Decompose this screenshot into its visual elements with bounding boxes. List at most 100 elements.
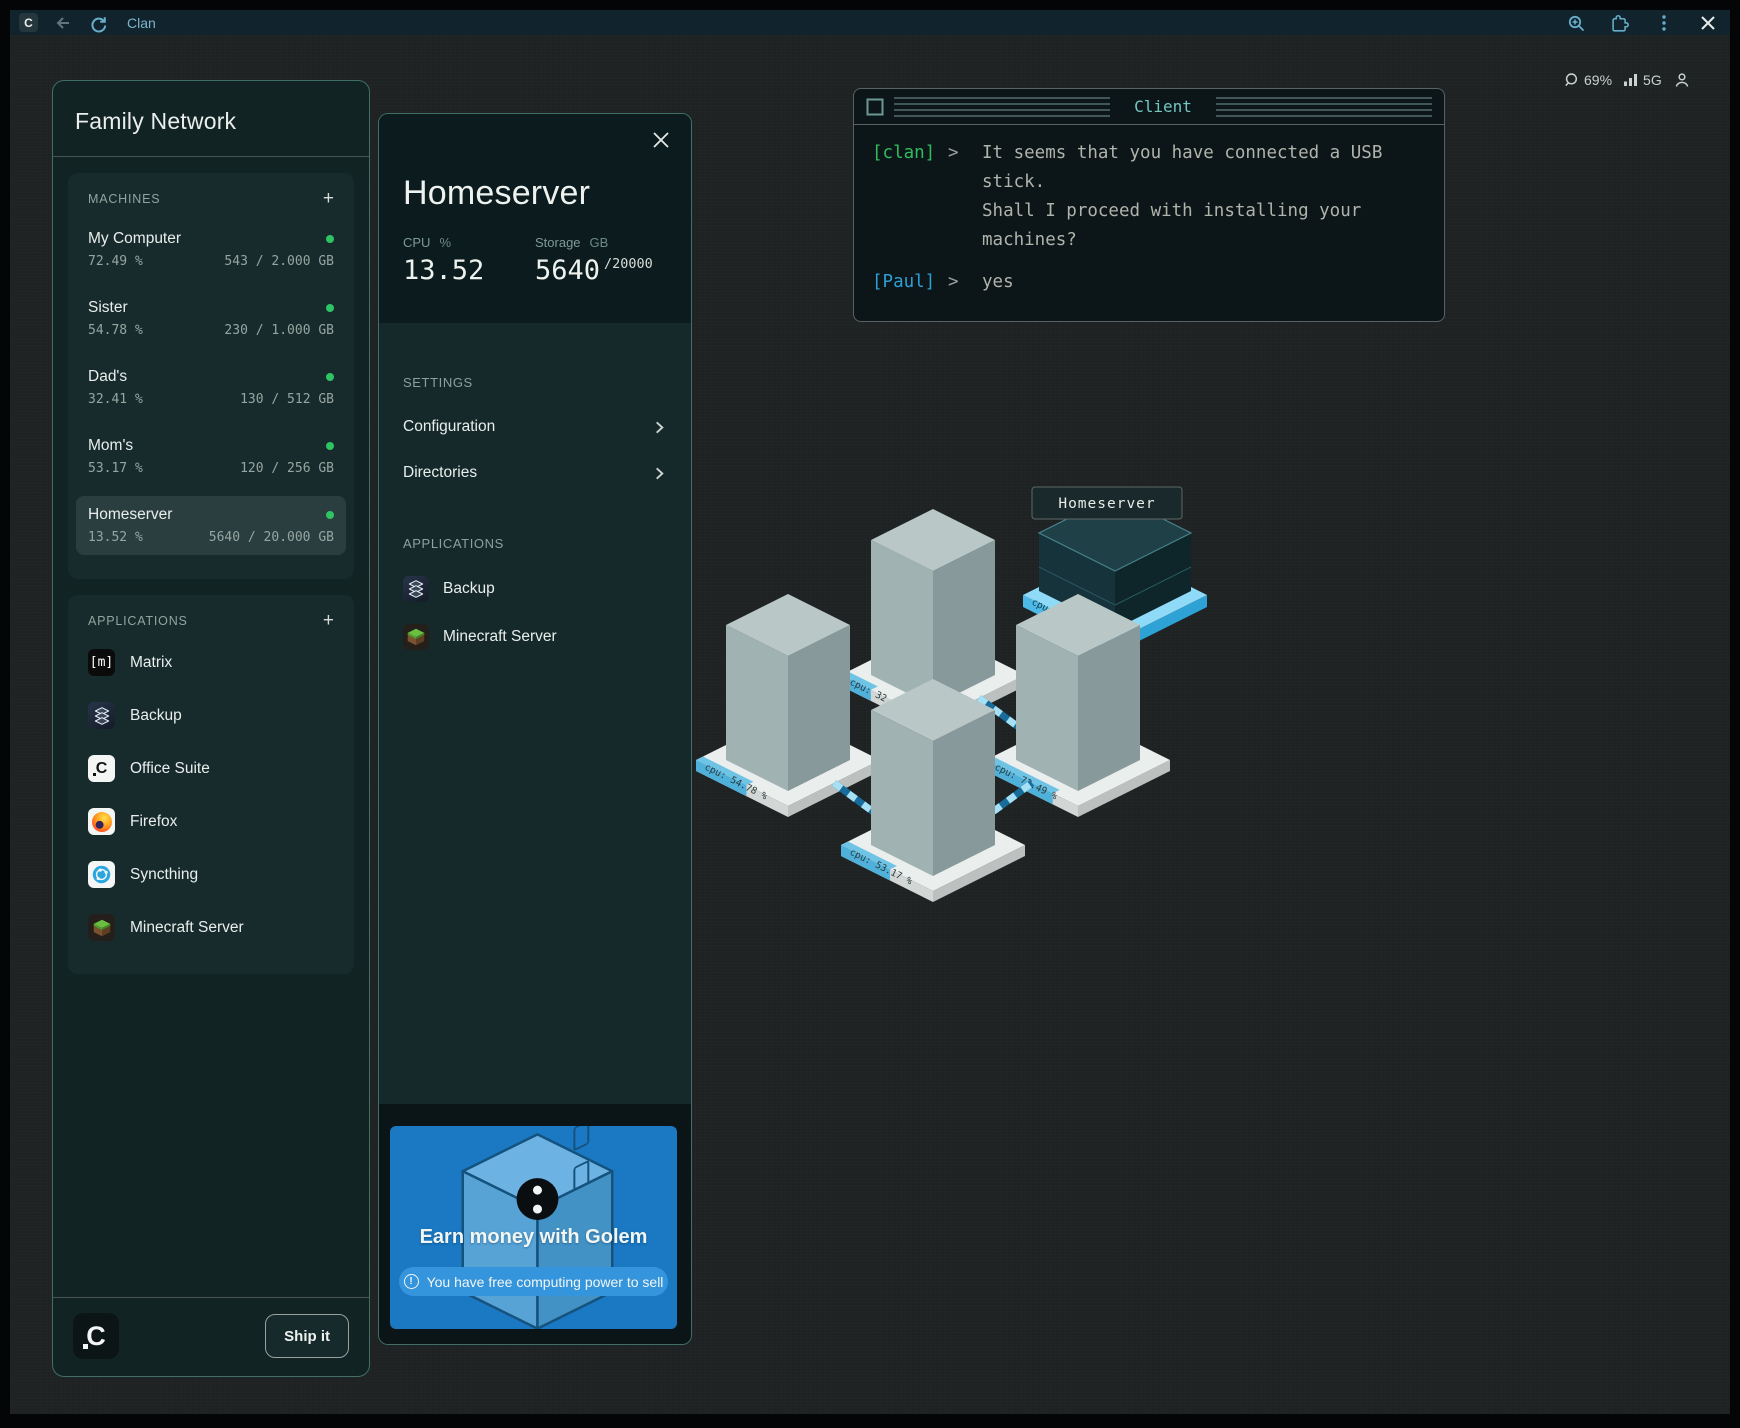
settings-list: Configuration Directories [403,404,667,496]
clan-logo-dot [83,1344,88,1349]
terminal-message: [clan]>It seems that you have connected … [872,139,1426,255]
detail-applications-header: APPLICATIONS [403,536,667,551]
detail-title: Homeserver [403,174,667,213]
application-name: Backup [130,707,182,725]
machines-header: MACHINES [88,192,160,206]
application-name: Minecraft Server [443,628,557,646]
machine-item-homeserver[interactable]: Homeserver13.52 %5640 / 20.000 GB [76,496,346,555]
message-text: It seems that you have connected a USBst… [982,139,1426,255]
applications-card: APPLICATIONS + [m]Matrix Backup C Office Su… [68,595,354,974]
online-status-dot [326,373,334,381]
application-item-matrix[interactable]: [m]Matrix [76,642,346,683]
network-node-homeserver: cpu: 13.52 % [1023,549,1207,653]
battery-percent: 69% [1584,72,1612,88]
chevron-right-icon [652,466,667,481]
ad-title: Earn money with Golem [390,1226,677,1249]
user-icon [1673,71,1691,89]
battery-gauge-icon [1562,71,1580,89]
network-node-sister: cpu: 54.78 % [696,714,880,817]
storage-total: /20000 [604,258,653,272]
storage-stat: Storage GB 5640/20000 [535,235,667,284]
network-node-cube-mycomputer[interactable] [1016,594,1140,791]
terminal-title: Client [1120,97,1206,116]
minecraft-app-icon [403,624,429,650]
close-window-icon[interactable] [1698,13,1718,33]
machine-item-dad-s[interactable]: Dad's32.41 %130 / 512 GB [76,358,346,417]
back-icon[interactable] [53,13,73,33]
application-name: Backup [443,580,495,598]
machine-name: Mom's [88,437,133,455]
online-status-dot [326,442,334,450]
client-terminal-window: Client [clan]>It seems that you have con… [853,88,1445,322]
cpu-stat: CPU% 13.52 [403,235,535,284]
ad-pill: ! You have free computing power to sell [399,1267,668,1296]
setting-row-directories[interactable]: Directories [403,450,667,496]
storage-value: 5640 [535,257,600,284]
network-group: 5G [1623,72,1662,88]
application-item-syncthing[interactable]: Syncthing [76,854,346,895]
add-machine-button[interactable]: + [323,189,334,208]
application-item-backup[interactable]: Backup [76,695,346,736]
ad-section: Earn money with Golem ! You have free co… [379,1104,691,1344]
network-node-cube-dads[interactable] [871,509,995,706]
application-name: Office Suite [130,760,210,778]
network-link [834,783,887,822]
machine-storage: 230 / 1.000 GB [224,323,334,338]
status-tray: 69% 5G [1562,71,1691,89]
machine-name: My Computer [88,230,181,248]
refresh-icon[interactable] [88,13,108,33]
network-node-mycomputer: cpu: 72.49 % [986,714,1170,817]
online-status-dot [326,304,334,312]
machine-name: Sister [88,299,128,317]
machine-cpu: 32.41 % [88,392,143,407]
setting-label: Directories [403,464,477,482]
application-list: [m]Matrix Backup C Office Suite Firefox Synct… [76,642,346,948]
storage-unit: GB [590,235,609,250]
application-name: Firefox [130,813,177,831]
network-node-moms: cpu: 53.17 % [841,799,1025,902]
network-node-cube-homeserver[interactable] [1039,495,1191,629]
detail-application-list: Backup Minecraft Server [403,565,667,661]
network-link [979,783,1032,822]
ship-it-button[interactable]: Ship it [265,1314,349,1358]
application-item-office[interactable]: C Office Suite [76,748,346,789]
machine-item-sister[interactable]: Sister54.78 %230 / 1.000 GB [76,289,346,348]
message-prompt: > [948,139,982,255]
storage-label: Storage [535,235,581,250]
setting-label: Configuration [403,418,495,436]
zoom-in-icon[interactable] [1566,13,1586,33]
menu-dots-icon[interactable] [1654,13,1674,33]
machine-item-mom-s[interactable]: Mom's53.17 %120 / 256 GB [76,427,346,486]
window-box-icon[interactable] [866,98,884,116]
machine-list: My Computer72.49 %543 / 2.000 GB Sister54… [76,220,346,555]
detail-body: SETTINGS ConfigurationDirectories APPLIC… [379,323,691,661]
terminal-message: [Paul]>yes [872,268,1426,297]
applications-header: APPLICATIONS [88,614,188,628]
close-panel-icon[interactable] [651,130,671,150]
desktop: cpu: 13.52 %cpu: 32.41 %cpu: 54.78 %cpu:… [10,35,1730,1414]
network-node-cube-sister[interactable] [726,594,850,791]
terminal-titlebar[interactable]: Client [854,89,1444,125]
sidebar-footer: C Ship it [53,1297,369,1376]
node-cpu-label: cpu: 32.41 % [848,677,915,718]
firefox-app-icon [88,808,115,835]
machine-cpu: 13.52 % [88,530,143,545]
node-cpu-label: cpu: 72.49 % [993,762,1060,803]
chevron-right-icon [652,420,667,435]
tab-title: Clan [127,15,156,31]
application-item-firefox[interactable]: Firefox [76,801,346,842]
setting-row-configuration[interactable]: Configuration [403,404,667,450]
battery-group: 69% [1562,71,1612,89]
golem-ad-card[interactable]: Earn money with Golem ! You have free co… [390,1126,677,1329]
detail-application-minecraft[interactable]: Minecraft Server [403,613,667,661]
application-item-minecraft[interactable]: Minecraft Server [76,907,346,948]
network-node-cube-moms[interactable] [871,679,995,876]
office-app-icon: C [88,755,115,782]
info-icon: ! [404,1274,419,1289]
machine-item-my-computer[interactable]: My Computer72.49 %543 / 2.000 GB [76,220,346,279]
add-application-button[interactable]: + [323,611,334,630]
extensions-puzzle-icon[interactable] [1610,13,1630,33]
machine-storage: 120 / 256 GB [240,461,334,476]
detail-application-backup[interactable]: Backup [403,565,667,613]
network-node-dads: cpu: 32.41 % [841,629,1025,732]
